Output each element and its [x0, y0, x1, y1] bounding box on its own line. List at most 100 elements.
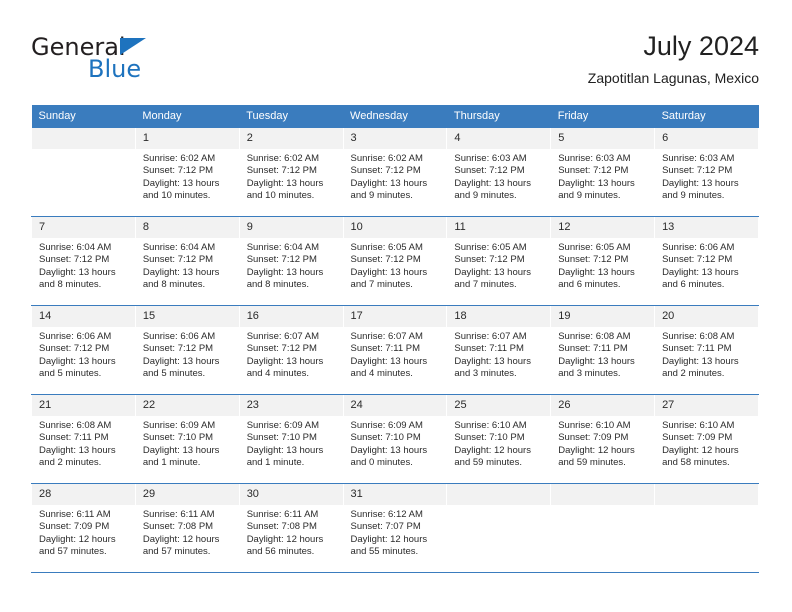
sunrise-time: Sunrise: 6:08 AM	[558, 331, 631, 342]
page-header: General Blue July 2024 Zapotitlan Laguna…	[31, 30, 759, 92]
day-number: 15	[135, 306, 239, 327]
day-details: Sunrise: 6:03 AM Sunset: 7:12 PM Daylight:…	[447, 149, 550, 203]
calendar-cell-day[interactable]: 16 Sunrise: 6:07 AM Sunset: 7:12 PM Dayligh…	[238, 305, 344, 395]
day-number: 23	[239, 395, 343, 416]
daylight-duration-line2: and 0 minutes.	[350, 457, 413, 469]
daylight-duration-line1: Daylight: 13 hours	[246, 444, 324, 456]
day-number: 19	[551, 306, 655, 327]
calendar-cell-day[interactable]: 7 Sunrise: 6:04 AM Sunset: 7:12 PM Daylight…	[31, 216, 136, 306]
day-number: 18	[447, 306, 551, 327]
calendar-cell-day[interactable]: 26 Sunrise: 6:10 AM Sunset: 7:09 PM Dayligh…	[550, 394, 656, 484]
calendar-cell-day[interactable]: 28 Sunrise: 6:11 AM Sunset: 7:09 PM Dayligh…	[31, 483, 136, 573]
calendar-week-row: 1 Sunrise: 6:02 AM Sunset: 7:12 PM Daylight…	[31, 128, 759, 217]
daylight-duration-line2: and 9 minutes.	[558, 190, 621, 202]
daylight-duration-line1: Daylight: 12 hours	[39, 533, 116, 545]
sunset-time: Sunset: 7:10 PM	[142, 432, 214, 444]
calendar-cell-day[interactable]: 17 Sunrise: 6:07 AM Sunset: 7:11 PM Dayligh…	[342, 305, 448, 395]
calendar-table: Sunday Monday Tuesday Wednesday Thursday…	[31, 105, 759, 573]
calendar-cell-empty	[550, 483, 656, 573]
sunrise-time: Sunrise: 6:08 AM	[662, 331, 735, 342]
daylight-duration-line1: Daylight: 12 hours	[350, 533, 428, 545]
sunrise-time: Sunrise: 6:06 AM	[662, 242, 735, 253]
daylight-duration-line2: and 3 minutes.	[558, 368, 621, 380]
calendar-cell-day[interactable]: 3 Sunrise: 6:02 AM Sunset: 7:12 PM Daylight…	[342, 128, 448, 217]
sunrise-time: Sunrise: 6:04 AM	[142, 242, 216, 253]
calendar-cell-day[interactable]: 25 Sunrise: 6:10 AM Sunset: 7:10 PM Dayligh…	[446, 394, 552, 484]
calendar-cell-day[interactable]: 22 Sunrise: 6:09 AM Sunset: 7:10 PM Dayligh…	[134, 394, 240, 484]
calendar-cell-day[interactable]: 24 Sunrise: 6:09 AM Sunset: 7:10 PM Dayligh…	[342, 394, 448, 484]
day-number: 28	[32, 484, 135, 505]
day-number: 24	[343, 395, 447, 416]
sunrise-time: Sunrise: 6:05 AM	[454, 242, 527, 253]
sunrise-time: Sunrise: 6:04 AM	[246, 242, 320, 253]
sunset-time: Sunset: 7:12 PM	[558, 254, 629, 266]
sunset-time: Sunset: 7:12 PM	[142, 254, 214, 266]
day-details: Sunrise: 6:09 AM Sunset: 7:10 PM Daylight:…	[240, 416, 343, 470]
daylight-duration-line2: and 4 minutes.	[350, 368, 413, 380]
sunrise-time: Sunrise: 6:11 AM	[39, 509, 111, 520]
day-number: 16	[239, 306, 343, 327]
sunset-time: Sunset: 7:12 PM	[662, 165, 733, 177]
daylight-duration-line1: Daylight: 12 hours	[246, 533, 324, 545]
calendar-cell-day[interactable]: 8 Sunrise: 6:04 AM Sunset: 7:12 PM Daylight…	[134, 216, 240, 306]
day-details: Sunrise: 6:02 AM Sunset: 7:12 PM Daylight:…	[136, 149, 239, 203]
day-details: Sunrise: 6:08 AM Sunset: 7:11 PM Daylight:…	[32, 416, 135, 470]
sunrise-time: Sunrise: 6:09 AM	[246, 420, 320, 431]
day-details: Sunrise: 6:10 AM Sunset: 7:09 PM Daylight:…	[551, 416, 654, 470]
sunrise-time: Sunrise: 6:02 AM	[350, 153, 423, 164]
calendar-cell-day[interactable]: 13 Sunrise: 6:06 AM Sunset: 7:12 PM Dayligh…	[654, 216, 759, 306]
calendar-cell-day[interactable]: 6 Sunrise: 6:03 AM Sunset: 7:12 PM Daylight…	[654, 128, 759, 217]
sunset-time: Sunset: 7:12 PM	[142, 165, 214, 177]
sunset-time: Sunset: 7:11 PM	[558, 343, 628, 355]
calendar-week-row: 14 Sunrise: 6:06 AM Sunset: 7:12 PM Dayligh…	[31, 305, 759, 395]
calendar-cell-day[interactable]: 30 Sunrise: 6:11 AM Sunset: 7:08 PM Dayligh…	[238, 483, 344, 573]
calendar-week-row: 7 Sunrise: 6:04 AM Sunset: 7:12 PM Daylight…	[31, 216, 759, 306]
calendar-cell-day[interactable]: 23 Sunrise: 6:09 AM Sunset: 7:10 PM Dayligh…	[238, 394, 344, 484]
calendar-cell-day[interactable]: 10 Sunrise: 6:05 AM Sunset: 7:12 PM Dayligh…	[342, 216, 448, 306]
calendar-cell-day[interactable]: 1 Sunrise: 6:02 AM Sunset: 7:12 PM Daylight…	[134, 128, 240, 217]
calendar-cell-day[interactable]: 20 Sunrise: 6:08 AM Sunset: 7:11 PM Dayligh…	[654, 305, 759, 395]
daylight-duration-line2: and 2 minutes.	[39, 457, 102, 469]
calendar-cell-day[interactable]: 21 Sunrise: 6:08 AM Sunset: 7:11 PM Dayligh…	[31, 394, 136, 484]
sunrise-time: Sunrise: 6:09 AM	[350, 420, 423, 431]
daylight-duration-line1: Daylight: 13 hours	[454, 266, 531, 278]
calendar-cell-day[interactable]: 12 Sunrise: 6:05 AM Sunset: 7:12 PM Dayligh…	[550, 216, 656, 306]
day-details: Sunrise: 6:12 AM Sunset: 7:07 PM Daylight:…	[344, 505, 447, 559]
calendar-cell-day[interactable]: 11 Sunrise: 6:05 AM Sunset: 7:12 PM Dayligh…	[446, 216, 552, 306]
calendar-cell-day[interactable]: 29 Sunrise: 6:11 AM Sunset: 7:08 PM Dayligh…	[134, 483, 240, 573]
logo-triangle-icon	[119, 38, 146, 55]
calendar-cell-day[interactable]: 2 Sunrise: 6:02 AM Sunset: 7:12 PM Daylight…	[238, 128, 344, 217]
day-details: Sunrise: 6:11 AM Sunset: 7:08 PM Daylight:…	[240, 505, 343, 559]
calendar-cell-day[interactable]: 27 Sunrise: 6:10 AM Sunset: 7:09 PM Dayligh…	[654, 394, 759, 484]
day-details: Sunrise: 6:09 AM Sunset: 7:10 PM Daylight:…	[344, 416, 447, 470]
calendar-cell-day[interactable]: 9 Sunrise: 6:04 AM Sunset: 7:12 PM Daylight…	[238, 216, 344, 306]
calendar-cell-day[interactable]: 4 Sunrise: 6:03 AM Sunset: 7:12 PM Daylight…	[446, 128, 552, 217]
weekday-header-wednesday: Wednesday	[343, 105, 447, 128]
sunrise-time: Sunrise: 6:12 AM	[350, 509, 423, 520]
general-blue-logo[interactable]: General Blue	[31, 34, 211, 82]
sunrise-time: Sunrise: 6:09 AM	[142, 420, 216, 431]
sunset-time: Sunset: 7:11 PM	[350, 343, 421, 355]
day-details: Sunrise: 6:03 AM Sunset: 7:12 PM Daylight:…	[551, 149, 654, 203]
sunrise-time: Sunrise: 6:10 AM	[662, 420, 735, 431]
sunset-time: Sunset: 7:10 PM	[350, 432, 421, 444]
calendar-cell-day[interactable]: 19 Sunrise: 6:08 AM Sunset: 7:11 PM Dayligh…	[550, 305, 656, 395]
calendar-cell-day[interactable]: 31 Sunrise: 6:12 AM Sunset: 7:07 PM Dayligh…	[342, 483, 448, 573]
sunrise-time: Sunrise: 6:07 AM	[454, 331, 527, 342]
daylight-duration-line1: Daylight: 13 hours	[350, 444, 428, 456]
weekday-header-tuesday: Tuesday	[239, 105, 344, 128]
day-details: Sunrise: 6:07 AM Sunset: 7:12 PM Daylight:…	[240, 327, 343, 381]
day-number: 12	[551, 217, 655, 238]
daylight-duration-line2: and 57 minutes.	[142, 546, 211, 558]
sunset-time: Sunset: 7:12 PM	[454, 165, 525, 177]
day-number: 9	[239, 217, 343, 238]
calendar-cell-day[interactable]: 14 Sunrise: 6:06 AM Sunset: 7:12 PM Dayligh…	[31, 305, 136, 395]
weekday-header-friday: Friday	[550, 105, 655, 128]
daylight-duration-line2: and 59 minutes.	[454, 457, 522, 469]
daylight-duration-line2: and 9 minutes.	[662, 190, 725, 202]
calendar-cell-day[interactable]: 5 Sunrise: 6:03 AM Sunset: 7:12 PM Daylight…	[550, 128, 656, 217]
calendar-cell-day[interactable]: 18 Sunrise: 6:07 AM Sunset: 7:11 PM Dayligh…	[446, 305, 552, 395]
calendar-cell-day[interactable]: 15 Sunrise: 6:06 AM Sunset: 7:12 PM Dayligh…	[134, 305, 240, 395]
day-details: Sunrise: 6:05 AM Sunset: 7:12 PM Daylight:…	[447, 238, 550, 292]
day-details: Sunrise: 6:04 AM Sunset: 7:12 PM Daylight:…	[32, 238, 135, 292]
